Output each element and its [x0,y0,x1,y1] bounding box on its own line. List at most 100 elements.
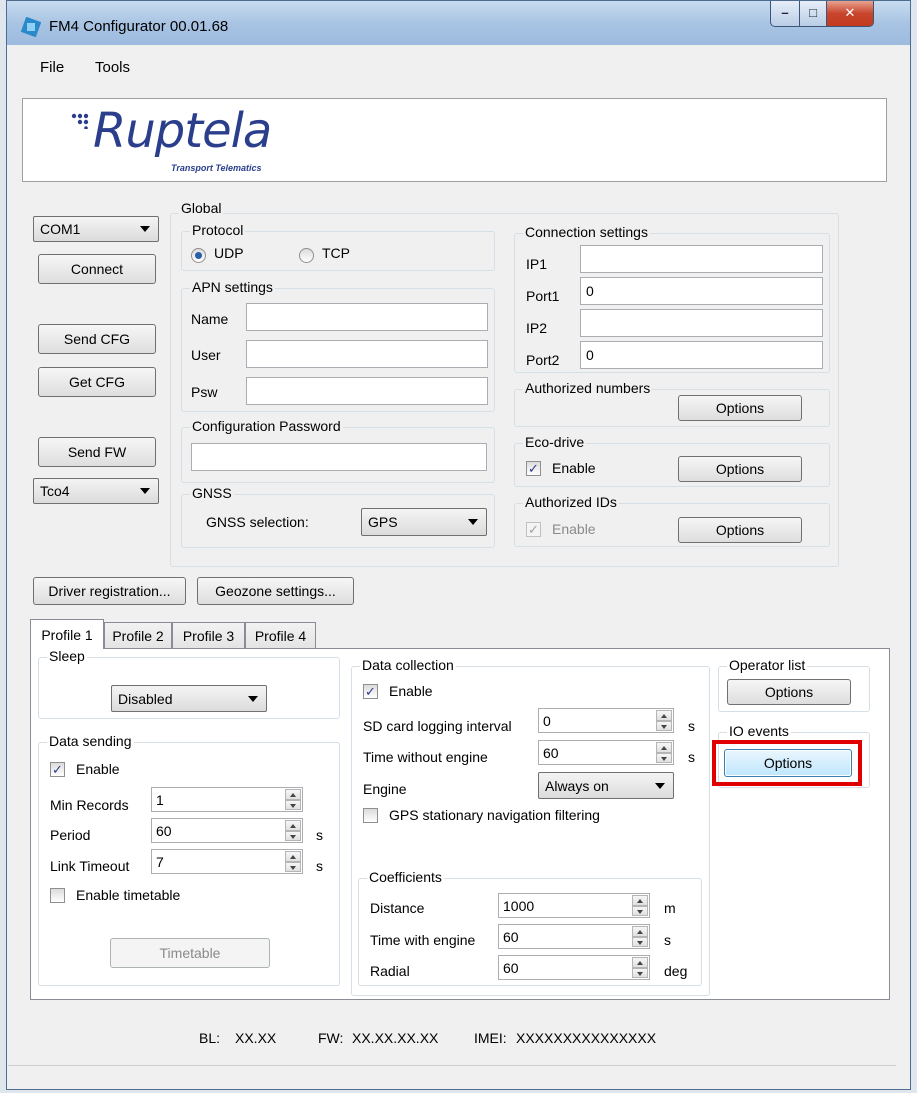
eco-drive-options-button[interactable]: Options [678,456,802,482]
spin-down-icon[interactable] [285,830,301,841]
spin-down-icon[interactable] [632,936,648,947]
connection-legend: Connection settings [523,224,650,240]
spin-up-icon[interactable] [656,742,672,753]
spin-down-icon[interactable] [285,861,301,872]
authorized-numbers-options-button[interactable]: Options [678,395,802,421]
minimize-button[interactable]: – [770,1,800,27]
time-with-engine-value: 60 [503,928,519,945]
app-icon [21,17,41,37]
logo-tagline: Transport Telematics [171,163,262,173]
tab-profile-4[interactable]: Profile 4 [245,622,316,648]
data-sending-legend: Data sending [47,733,134,749]
protocol-legend: Protocol [190,222,246,238]
authorized-ids-legend: Authorized IDs [523,494,619,510]
eco-drive-checkbox[interactable]: ✓ [526,461,541,476]
status-bar [8,1065,896,1087]
tco-select[interactable]: Tco4 [33,478,159,504]
enable-timetable-checkbox[interactable] [50,888,65,903]
get-cfg-button[interactable]: Get CFG [38,367,156,397]
min-records-stepper[interactable]: 1 [151,787,303,812]
distance-value: 1000 [503,897,535,914]
authorized-ids-checkbox[interactable]: ✓ [526,522,541,537]
fw-value: XX.XX.XX.XX [352,1030,439,1046]
spin-up-icon[interactable] [632,926,648,937]
authorized-ids-options-button[interactable]: Options [678,517,802,543]
min-records-label: Min Records [50,797,129,813]
time-with-engine-label: Time with engine [370,932,476,948]
menu-tools[interactable]: Tools [95,59,130,76]
spin-down-icon[interactable] [656,752,672,763]
tab-profile-1[interactable]: Profile 1 [30,619,104,649]
spin-up-icon[interactable] [285,820,301,831]
min-records-value: 1 [156,791,164,808]
menu-file[interactable]: File [40,59,64,76]
time-without-engine-unit: s [688,749,695,765]
spin-up-icon[interactable] [632,895,648,906]
spin-down-icon[interactable] [285,799,301,810]
tcp-radio[interactable] [299,248,314,263]
geozone-settings-button[interactable]: Geozone settings... [197,577,354,605]
time-without-engine-value: 60 [543,744,559,761]
gnss-selection-label: GNSS selection: [206,514,309,530]
radial-label: Radial [370,963,410,979]
spin-down-icon[interactable] [632,967,648,978]
connect-button[interactable]: Connect [38,254,156,284]
operator-list-options-button[interactable]: Options [727,679,851,705]
udp-label: UDP [214,245,244,261]
com-port-select[interactable]: COM1 [33,216,159,242]
link-timeout-stepper[interactable]: 7 [151,849,303,874]
sd-logging-label: SD card logging interval [363,718,512,734]
spin-up-icon[interactable] [632,957,648,968]
config-password-input[interactable] [191,443,487,471]
maximize-button[interactable]: □ [799,1,827,27]
imei-label: IMEI: [474,1030,507,1046]
period-stepper[interactable]: 60 [151,818,303,843]
port1-input[interactable]: 0 [580,277,823,305]
gnss-legend: GNSS [190,485,234,501]
apn-name-input[interactable] [246,303,488,331]
bl-label: BL: [199,1030,221,1046]
port2-input[interactable]: 0 [580,341,823,369]
apn-user-input[interactable] [246,340,488,368]
title-bar[interactable]: FM4 Configurator 00.01.68 – □ ✕ [7,1,910,45]
chevron-down-icon [468,519,478,525]
sd-logging-stepper[interactable]: 0 [538,708,674,733]
engine-value: Always on [545,777,609,794]
spin-up-icon[interactable] [285,789,301,800]
data-collection-enable-checkbox[interactable]: ✓ [363,684,378,699]
time-without-engine-label: Time without engine [363,749,488,765]
ip2-input[interactable] [580,309,823,337]
tab-profile-3[interactable]: Profile 3 [172,622,245,648]
distance-label: Distance [370,900,425,916]
data-collection-legend: Data collection [360,657,456,673]
engine-label: Engine [363,781,407,797]
gps-filter-checkbox[interactable] [363,808,378,823]
udp-radio[interactable] [191,248,206,263]
com-port-value: COM1 [40,221,81,237]
spin-down-icon[interactable] [632,905,648,916]
distance-stepper[interactable]: 1000 [498,893,650,918]
chevron-down-icon [248,695,258,702]
time-with-engine-stepper[interactable]: 60 [498,924,650,949]
engine-select[interactable]: Always on [538,772,674,799]
send-fw-button[interactable]: Send FW [38,437,156,467]
tab-profile-2[interactable]: Profile 2 [104,622,172,648]
gnss-value: GPS [368,514,398,530]
radial-stepper[interactable]: 60 [498,955,650,980]
close-button[interactable]: ✕ [826,1,874,27]
spin-up-icon[interactable] [656,710,672,721]
spin-down-icon[interactable] [656,720,672,731]
driver-registration-button[interactable]: Driver registration... [33,577,186,605]
apn-user-label: User [191,347,221,363]
gnss-select[interactable]: GPS [361,508,487,536]
timetable-button[interactable]: Timetable [110,938,270,968]
apn-psw-input[interactable] [246,377,488,405]
eco-drive-enable-label: Enable [552,460,596,476]
time-without-engine-stepper[interactable]: 60 [538,740,674,765]
ip1-input[interactable] [580,245,823,273]
send-cfg-button[interactable]: Send CFG [38,324,156,354]
sleep-select[interactable]: Disabled [111,685,267,712]
global-legend: Global [179,200,224,216]
spin-up-icon[interactable] [285,851,301,862]
data-sending-enable-checkbox[interactable]: ✓ [50,762,65,777]
